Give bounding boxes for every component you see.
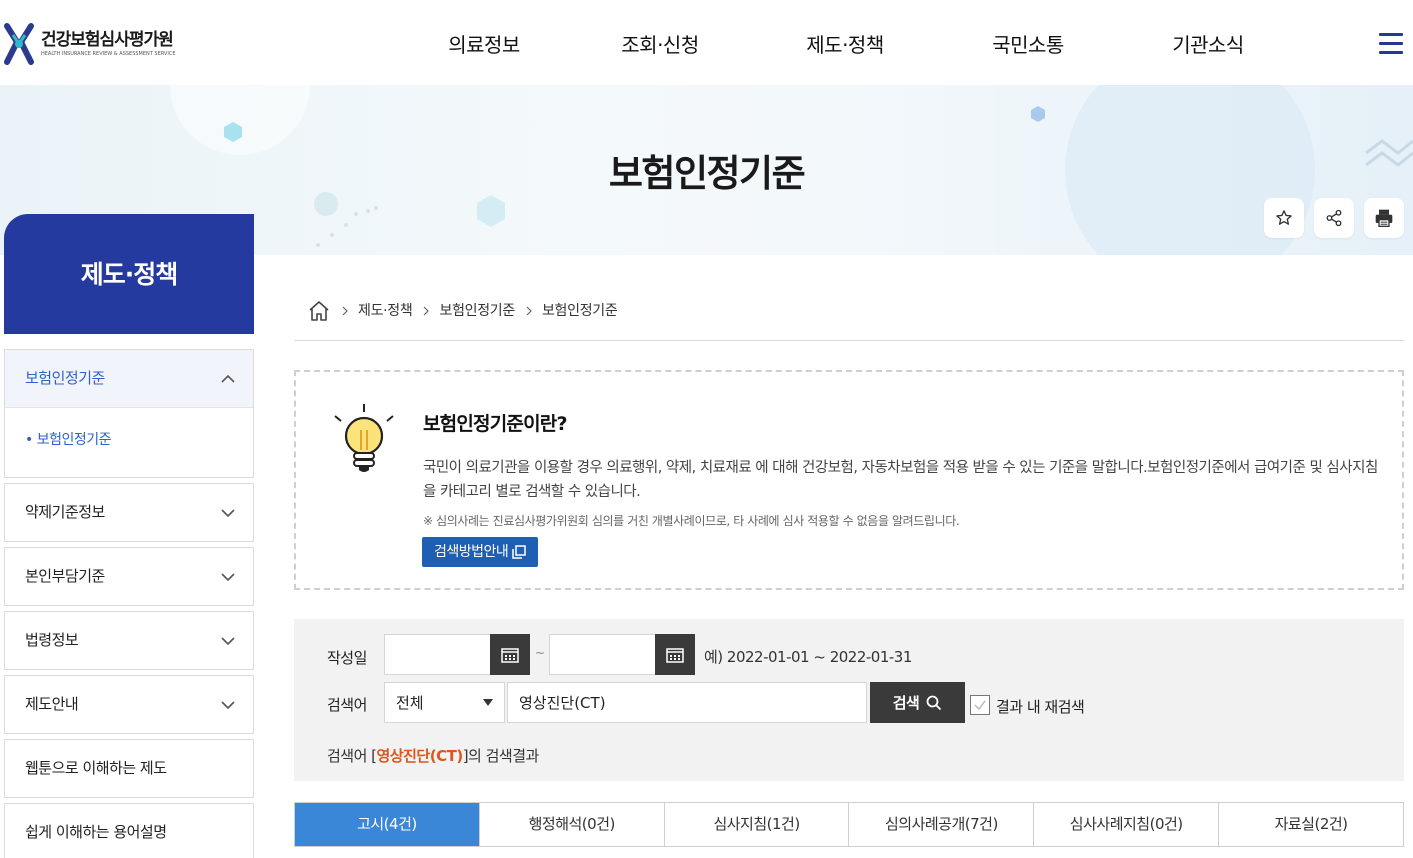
- calendar-to-button[interactable]: [655, 634, 695, 675]
- info-box: 보험인정기준이란? 국민이 의료기관을 이용할 경우 의료행위, 약제, 치료재…: [294, 370, 1404, 590]
- calendar-icon: [666, 647, 684, 663]
- sidebar-item-law-info[interactable]: 법령정보: [4, 611, 254, 670]
- sidebar-item-label: 쉽게 이해하는 용어설명: [25, 823, 167, 841]
- sidebar-item-label: 약제기준정보: [25, 503, 105, 521]
- tab-review-case-guideline[interactable]: 심사사례지침(0건): [1034, 803, 1220, 846]
- nav-item-news[interactable]: 기관소식: [1118, 0, 1298, 85]
- search-scope-value: 전체: [396, 694, 424, 712]
- nav-item-inquiry[interactable]: 조회·신청: [568, 0, 752, 85]
- nav-item-medical-info[interactable]: 의료정보: [400, 0, 568, 85]
- sidebar-item-drug-criteria[interactable]: 약제기준정보: [4, 483, 254, 542]
- date-to-input[interactable]: [549, 634, 656, 675]
- page: 건강보험심사평가원 HEALTH INSURANCE REVIEW & ASSE…: [0, 0, 1413, 858]
- breadcrumb-item-current[interactable]: 보험인정기준: [542, 296, 618, 326]
- home-icon[interactable]: [307, 299, 331, 323]
- date-example: 예) 2022-01-01 ~ 2022-01-31: [704, 648, 912, 666]
- share-button[interactable]: [1314, 198, 1354, 238]
- keyword-input[interactable]: [507, 682, 867, 723]
- calendar-from-button[interactable]: [490, 634, 530, 675]
- hamburger-icon[interactable]: [1379, 33, 1405, 55]
- page-title: 보험인정기준: [608, 152, 806, 195]
- search-button[interactable]: 검색: [870, 682, 965, 723]
- sidebar-heading: 제도·정책: [4, 214, 254, 334]
- chevron-down-icon: [221, 637, 235, 646]
- tab-notice[interactable]: 고시(4건): [295, 803, 480, 846]
- global-nav: 의료정보 조회·신청 제도·정책 국민소통 기관소식: [400, 0, 1298, 85]
- breadcrumb-item[interactable]: 보험인정기준: [439, 296, 515, 326]
- sidebar-item-label: 웹툰으로 이해하는 제도: [25, 759, 167, 777]
- date-label: 작성일: [327, 649, 367, 667]
- logo-mark-icon: [4, 23, 34, 65]
- info-title: 보험인정기준이란?: [423, 413, 567, 435]
- search-result-summary: 검색어 [영상진단(CT)]의 검색결과: [327, 747, 539, 765]
- research-label[interactable]: 결과 내 재검색: [996, 696, 1085, 717]
- sidebar-item-insurance-criteria[interactable]: 보험인정기준 • 보험인정기준: [4, 349, 254, 478]
- dropdown-arrow-icon: [483, 699, 493, 706]
- search-guide-button[interactable]: 검색방법안내: [422, 537, 539, 567]
- info-description: 국민이 의료기관을 이용할 경우 의료행위, 약제, 치료재료 에 대해 건강보…: [423, 460, 1378, 500]
- chevron-right-icon: [342, 306, 348, 316]
- date-range-separator: ~: [535, 646, 546, 660]
- chevron-down-icon: [221, 573, 235, 582]
- sidebar-item-copay-criteria[interactable]: 본인부담기준: [4, 547, 254, 606]
- share-icon: [1326, 209, 1342, 227]
- date-from-input[interactable]: [384, 634, 491, 675]
- sidebar-item-label: 보험인정기준: [25, 369, 105, 387]
- sidebar-item-label: 법령정보: [25, 631, 79, 649]
- chevron-right-icon: [526, 306, 532, 316]
- new-window-icon: [512, 545, 527, 559]
- site-logo[interactable]: 건강보험심사평가원 HEALTH INSURANCE REVIEW & ASSE…: [4, 22, 204, 66]
- research-checkbox[interactable]: [970, 695, 990, 715]
- lightbulb-icon: [334, 404, 394, 472]
- chevron-up-icon: [221, 374, 235, 383]
- sidebar-item-webtoon[interactable]: 웹툰으로 이해하는 제도: [4, 739, 254, 798]
- result-tabs: 고시(4건) 행정해석(0건) 심사지침(1건) 심의사례공개(7건) 심사사례…: [294, 802, 1404, 847]
- tab-review-case-public[interactable]: 심의사례공개(7건): [849, 803, 1035, 846]
- nav-item-policy[interactable]: 제도·정책: [752, 0, 938, 85]
- breadcrumb: 제도·정책 보험인정기준 보험인정기준: [294, 296, 1404, 341]
- search-button-label: 검색: [892, 694, 920, 712]
- tab-resources[interactable]: 자료실(2건): [1219, 803, 1403, 846]
- logo-subtitle: HEALTH INSURANCE REVIEW & ASSESSMENT SER…: [41, 51, 176, 57]
- calendar-icon: [501, 647, 519, 663]
- tab-review-guideline[interactable]: 심사지침(1건): [664, 803, 850, 846]
- chevron-down-icon: [221, 509, 235, 518]
- chevron-right-icon: [424, 306, 430, 316]
- search-panel: 작성일 ~ 예) 2022-01-01 ~ 2022-01-31 검색어 전체: [294, 619, 1404, 781]
- star-icon: [1276, 210, 1292, 225]
- sidebar-menu: 보험인정기준 • 보험인정기준 약제기준정보 본인부담기준 법령정보 제도안내 …: [4, 349, 254, 858]
- tab-admin-interpretation[interactable]: 행정해석(0건): [479, 803, 665, 846]
- site-header: 건강보험심사평가원 HEALTH INSURANCE REVIEW & ASSE…: [0, 0, 1413, 85]
- logo-title: 건강보험심사평가원: [41, 30, 174, 50]
- keyword-label: 검색어: [327, 696, 367, 714]
- chevron-down-icon: [221, 701, 235, 710]
- favorite-button[interactable]: [1264, 198, 1304, 238]
- checkmark-icon: [974, 700, 986, 711]
- search-guide-label: 검색방법안내: [434, 544, 509, 560]
- print-icon: [1375, 209, 1393, 227]
- search-icon: [926, 695, 942, 710]
- sidebar-item-label: 제도안내: [25, 695, 79, 713]
- search-scope-select[interactable]: 전체: [384, 682, 505, 723]
- sidebar-item-system-guide[interactable]: 제도안내: [4, 675, 254, 734]
- info-note: ※ 심의사례는 진료심사평가위원회 심의를 거친 개별사례이므로, 타 사례에 …: [423, 514, 960, 528]
- sidebar-item-glossary[interactable]: 쉽게 이해하는 용어설명: [4, 803, 254, 858]
- breadcrumb-item[interactable]: 제도·정책: [358, 296, 413, 326]
- sidebar-item-label: 본인부담기준: [25, 567, 105, 585]
- nav-item-communication[interactable]: 국민소통: [938, 0, 1118, 85]
- sidebar-subitem-insurance-criteria[interactable]: • 보험인정기준: [25, 429, 112, 449]
- result-keyword: 영상진단(CT): [376, 747, 464, 765]
- print-button[interactable]: [1364, 198, 1404, 238]
